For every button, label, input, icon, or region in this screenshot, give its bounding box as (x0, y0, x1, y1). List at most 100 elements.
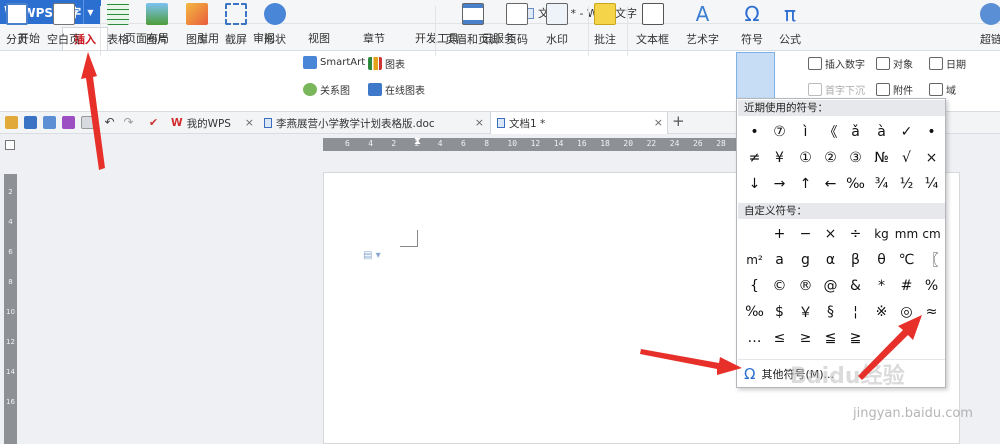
object-button[interactable]: 对象 (876, 56, 913, 71)
save-icon[interactable] (24, 116, 37, 129)
symbol-cell[interactable]: 《 (818, 119, 843, 145)
symbol-cell[interactable]: m² (742, 247, 767, 273)
indent-marker-icon[interactable]: ⧗ (414, 136, 421, 147)
symbol-cell[interactable]: ¼ (919, 171, 944, 197)
dropcap-button[interactable]: 首字下沉 (808, 82, 865, 97)
attachment-button[interactable]: 附件 (876, 82, 913, 97)
save-as-icon[interactable] (43, 116, 56, 129)
symbol-cell[interactable]: α (818, 247, 843, 273)
symbol-cell[interactable]: ℃ (894, 247, 919, 273)
date-button[interactable]: 日期 (929, 56, 966, 71)
symbol-cell[interactable]: ↓ (742, 171, 767, 197)
symbol-cell[interactable]: + (767, 221, 792, 247)
new-tab-plus-icon[interactable]: + (672, 112, 685, 130)
symbol-cell[interactable]: ← (818, 171, 843, 197)
doc-tab-doc1[interactable]: 文档1 * × (490, 112, 668, 134)
textbox-button[interactable]: 文本框 (636, 3, 669, 47)
symbol-cell[interactable]: # (894, 273, 919, 299)
relation-chart-button[interactable]: 关系图 (303, 82, 350, 97)
chart-button[interactable]: 图表 (368, 56, 405, 71)
symbol-cell[interactable]: ® (793, 273, 818, 299)
customize-icon[interactable]: ✔ (147, 116, 160, 129)
doc-tab-plan[interactable]: 李燕展营小学教学计划表格版.doc × (258, 112, 488, 134)
tab-view[interactable]: 视图 (308, 30, 330, 46)
symbol-cell[interactable]: • (919, 119, 944, 145)
symbol-cell[interactable]: θ (869, 247, 894, 273)
symbol-cell[interactable]: × (919, 145, 944, 171)
paste-options-icon[interactable]: ▤ ▾ (363, 250, 381, 261)
undo-icon[interactable]: ↶ (103, 116, 116, 129)
smartart-button[interactable]: SmartArt (303, 56, 365, 69)
blank-page-button[interactable]: 空白页 (47, 3, 80, 47)
chevron-down-icon[interactable]: ▼ (83, 0, 97, 24)
online-chart-button[interactable]: 在线图表 (368, 82, 425, 97)
symbol-cell[interactable]: a (767, 247, 792, 273)
symbol-cell[interactable]: © (767, 273, 792, 299)
symbol-cell[interactable]: $ (767, 299, 792, 325)
open-icon[interactable] (5, 116, 18, 129)
print-icon[interactable] (62, 116, 75, 129)
redo-icon[interactable]: ↷ (122, 116, 135, 129)
symbol-cell[interactable]: { (742, 273, 767, 299)
symbol-cell[interactable]: ≠ (742, 145, 767, 171)
symbol-cell[interactable]: à (869, 119, 894, 145)
watermark-button[interactable]: 水印 (546, 3, 568, 47)
gallery-button[interactable]: 图库 (186, 3, 208, 47)
symbol-cell[interactable]: ≦ (818, 325, 843, 351)
symbol-cell[interactable]: § (818, 299, 843, 325)
symbol-cell[interactable]: cm (919, 221, 944, 247)
header-footer-button[interactable]: 页眉和页脚 (445, 3, 500, 47)
insert-number-button[interactable]: 插入数字 (808, 56, 865, 71)
symbol-cell[interactable]: ✓ (894, 119, 919, 145)
symbol-cell[interactable]: ≈ (919, 299, 944, 325)
tab-stop-selector[interactable] (5, 140, 15, 150)
vertical-ruler[interactable]: 2 4 6 8 10 12 14 16 (4, 174, 17, 444)
symbol-cell[interactable]: ì (793, 119, 818, 145)
symbol-cell[interactable]: ¦ (843, 299, 868, 325)
symbol-cell[interactable]: ≧ (843, 325, 868, 351)
symbol-cell[interactable]: ① (793, 145, 818, 171)
symbol-cell[interactable]: ‰ (843, 171, 868, 197)
symbol-cell[interactable]: g (793, 247, 818, 273)
tab-section[interactable]: 章节 (363, 30, 385, 46)
doc-tab-mywps[interactable]: W 我的WPS × (165, 112, 258, 134)
symbol-cell[interactable]: β (843, 247, 868, 273)
field-button[interactable]: 域 (929, 82, 956, 97)
symbol-cell[interactable]: ※ (869, 299, 894, 325)
symbol-cell[interactable]: % (919, 273, 944, 299)
symbol-cell[interactable]: ≤ (767, 325, 792, 351)
page-number-button[interactable]: 页码 (506, 3, 528, 47)
horizontal-ruler[interactable]: 6 4 2 2 4 6 8 10 12 14 16 18 20 22 24 26 28 (323, 138, 763, 151)
close-icon[interactable]: × (475, 116, 484, 129)
screenshot-button[interactable]: 截屏 (225, 3, 247, 47)
symbol-cell[interactable]: √ (894, 145, 919, 171)
symbol-cell[interactable]: ¥ (767, 145, 792, 171)
symbol-cell[interactable]: ◎ (894, 299, 919, 325)
symbol-cell[interactable]: № (869, 145, 894, 171)
comment-button[interactable]: 批注 (594, 3, 616, 47)
hyperlink-button[interactable]: 超链 (980, 3, 1000, 47)
symbol-cell[interactable]: → (767, 171, 792, 197)
symbol-cell[interactable]: ½ (894, 171, 919, 197)
symbol-cell[interactable]: × (818, 221, 843, 247)
symbol-cell[interactable]: ② (818, 145, 843, 171)
symbol-cell[interactable]: & (843, 273, 868, 299)
symbol-button[interactable]: Ω 符号 (741, 3, 763, 47)
symbol-cell[interactable]: ￥ (793, 299, 818, 325)
page-break-button[interactable]: 分页 (6, 3, 28, 47)
symbol-cell[interactable]: ÷ (843, 221, 868, 247)
symbol-cell[interactable]: − (793, 221, 818, 247)
symbol-cell[interactable]: mm (894, 221, 919, 247)
symbol-cell[interactable]: ≥ (793, 325, 818, 351)
symbol-cell[interactable]: ‰ (742, 299, 767, 325)
symbol-cell[interactable]: ¾ (869, 171, 894, 197)
formula-button[interactable]: π 公式 (779, 3, 801, 47)
preview-icon[interactable] (81, 116, 94, 129)
close-icon[interactable]: × (245, 116, 254, 129)
symbol-cell[interactable]: ↑ (793, 171, 818, 197)
symbol-cell[interactable]: ǎ (843, 119, 868, 145)
symbol-cell[interactable]: kg (869, 221, 894, 247)
shape-button[interactable]: 形状 (264, 3, 286, 47)
close-icon[interactable]: × (654, 116, 663, 129)
table-button[interactable]: 表格 (107, 3, 129, 47)
